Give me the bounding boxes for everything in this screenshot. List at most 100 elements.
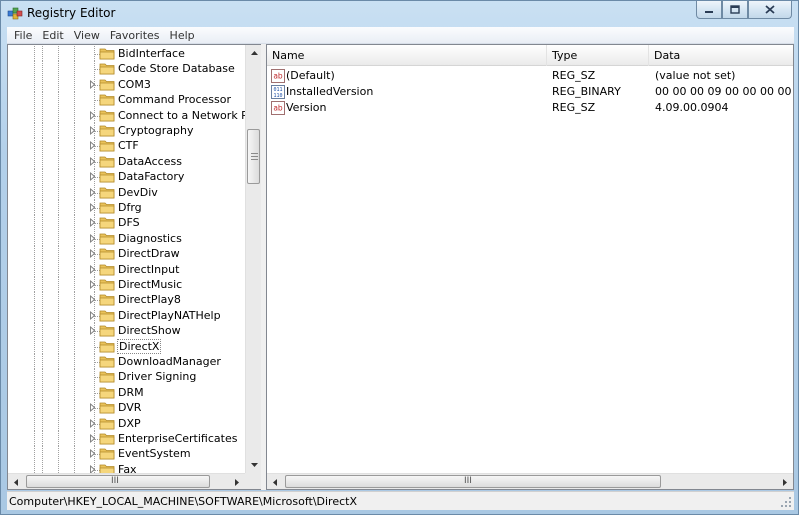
- expand-arrow-icon[interactable]: [88, 203, 97, 212]
- expand-arrow-icon[interactable]: [88, 110, 97, 120]
- expand-arrow-icon[interactable]: [88, 280, 97, 289]
- scroll-down-button[interactable]: [246, 457, 262, 473]
- registry-key-tree[interactable]: BidInterface Code Store Database COM3 Comma…: [7, 44, 261, 490]
- scroll-right-button[interactable]: [229, 474, 245, 490]
- values-horizontal-scrollbar[interactable]: III: [267, 473, 793, 489]
- menu-file[interactable]: File: [9, 29, 37, 42]
- scroll-up-button[interactable]: [246, 45, 262, 61]
- menu-favorites[interactable]: Favorites: [105, 29, 165, 42]
- tree-guide-line: [58, 107, 59, 124]
- menu-help[interactable]: Help: [165, 29, 200, 42]
- tree-item[interactable]: DFS: [8, 215, 245, 232]
- tree-horizontal-scroll-thumb[interactable]: III: [26, 475, 210, 488]
- tree-item[interactable]: DRM: [8, 384, 245, 401]
- expand-arrow-icon[interactable]: [88, 326, 97, 336]
- tree-item[interactable]: DirectInput: [8, 261, 245, 278]
- tree-item[interactable]: DevDiv: [8, 184, 245, 201]
- tree-item[interactable]: EnterpriseCertificates: [8, 431, 245, 447]
- expand-arrow-icon[interactable]: [88, 434, 97, 443]
- tree-guide-line: [34, 323, 35, 340]
- expand-arrow-icon[interactable]: [88, 218, 97, 228]
- expand-arrow-icon[interactable]: [88, 418, 97, 428]
- tree-item[interactable]: DirectPlay8: [8, 292, 245, 309]
- expand-arrow-icon[interactable]: [88, 295, 97, 305]
- tree-item[interactable]: DirectMusic: [8, 277, 245, 293]
- expand-arrow-icon[interactable]: [88, 233, 97, 243]
- tree-item[interactable]: DirectDraw: [8, 246, 245, 263]
- folder-icon: [99, 171, 115, 183]
- resize-grip-icon[interactable]: [780, 496, 792, 508]
- tree-guide-line: [42, 184, 43, 201]
- tree-item[interactable]: BidInterface: [8, 46, 245, 62]
- tree-guide-line: [42, 200, 43, 216]
- minimize-button[interactable]: [696, 1, 722, 19]
- expand-arrow-icon[interactable]: [88, 264, 97, 274]
- tree-guide-line: [34, 153, 35, 170]
- tree-item-label: Cryptography: [118, 124, 194, 137]
- tree-item[interactable]: DXP: [8, 415, 245, 432]
- value-type: REG_BINARY: [552, 85, 621, 98]
- expand-arrow-icon[interactable]: [88, 449, 97, 459]
- column-header-type[interactable]: Type: [547, 45, 649, 66]
- expand-arrow-icon[interactable]: [88, 249, 97, 259]
- folder-icon: [99, 202, 115, 214]
- maximize-button[interactable]: [722, 1, 748, 19]
- value-row[interactable]: 011 110 InstalledVersion REG_BINARY 00 00 00…: [267, 84, 793, 100]
- tree-guide-line: [74, 323, 75, 340]
- tree-item-label: EventSystem: [118, 447, 191, 461]
- expand-arrow-icon[interactable]: [88, 187, 97, 197]
- scroll-left-button[interactable]: [267, 474, 283, 490]
- column-header-data[interactable]: Data: [649, 45, 793, 66]
- tree-item[interactable]: Command Processor: [8, 92, 245, 109]
- tree-item[interactable]: DirectPlayNATHelp: [8, 307, 245, 324]
- value-row[interactable]: ab Version REG_SZ 4.09.00.0904: [267, 100, 793, 116]
- scroll-left-arrow-icon: [273, 478, 277, 486]
- tree-item[interactable]: EventSystem: [8, 446, 245, 463]
- tree-vertical-scrollbar[interactable]: [245, 45, 261, 473]
- menu-edit[interactable]: Edit: [37, 29, 68, 42]
- tree-item[interactable]: Dfrg: [8, 200, 245, 216]
- tree-item-label: Diagnostics: [118, 231, 182, 245]
- tree-item[interactable]: DataAccess: [8, 153, 245, 170]
- tree-item[interactable]: CTF: [8, 138, 245, 155]
- tree-item[interactable]: Driver Signing: [8, 369, 245, 386]
- expand-arrow-icon[interactable]: [88, 310, 97, 320]
- expand-arrow-icon[interactable]: [88, 172, 97, 182]
- close-icon: [765, 5, 775, 14]
- tree-item[interactable]: Diagnostics: [8, 230, 245, 247]
- registry-values-list[interactable]: Name Type Data ab (Default) REG_SZ (value n…: [266, 44, 794, 490]
- expand-arrow-icon[interactable]: [88, 126, 97, 135]
- column-header-name[interactable]: Name: [267, 45, 547, 66]
- tree-guide-line: [34, 107, 35, 124]
- expand-arrow-icon[interactable]: [88, 141, 97, 151]
- tree-item[interactable]: COM3: [8, 76, 245, 93]
- expand-arrow-icon[interactable]: [88, 156, 97, 166]
- tree-horizontal-scrollbar[interactable]: III: [8, 473, 245, 489]
- tree-vertical-scroll-thumb[interactable]: [247, 129, 260, 184]
- value-data: 4.09.00.0904: [655, 101, 729, 114]
- tree-item[interactable]: DVR: [8, 400, 245, 417]
- scroll-right-button[interactable]: [777, 474, 793, 490]
- tree-item[interactable]: DataFactory: [8, 169, 245, 186]
- close-button[interactable]: [748, 1, 792, 19]
- menu-view[interactable]: View: [69, 29, 105, 42]
- value-row[interactable]: ab (Default) REG_SZ (value not set): [267, 68, 793, 84]
- tree-guide-line: [58, 46, 59, 62]
- folder-icon: [99, 187, 115, 198]
- scroll-left-button[interactable]: [8, 474, 24, 490]
- title-bar[interactable]: Registry Editor: [1, 1, 798, 25]
- expand-arrow-icon[interactable]: [88, 79, 97, 89]
- tree-item[interactable]: DirectX: [8, 338, 245, 355]
- tree-item[interactable]: Connect to a Network Project: [8, 107, 245, 124]
- tree-guide-line: [74, 354, 75, 370]
- tree-item[interactable]: DownloadManager: [8, 354, 245, 370]
- tree-guide-line: [34, 431, 35, 447]
- tree-guide-line: [74, 107, 75, 124]
- values-horizontal-scroll-thumb[interactable]: III: [285, 475, 661, 488]
- tree-item[interactable]: Cryptography: [8, 123, 245, 139]
- tree-item[interactable]: Code Store Database: [8, 61, 245, 78]
- tree-item[interactable]: Fax: [8, 461, 245, 473]
- expand-arrow-icon[interactable]: [88, 464, 97, 473]
- expand-arrow-icon[interactable]: [88, 403, 97, 413]
- tree-item[interactable]: DirectShow: [8, 323, 245, 340]
